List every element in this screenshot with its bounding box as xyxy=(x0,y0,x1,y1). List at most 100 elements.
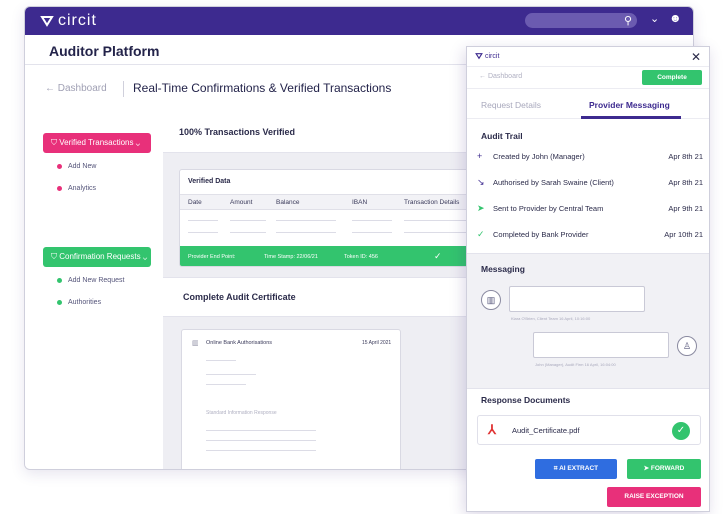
breadcrumb-divider xyxy=(123,81,124,97)
send-icon: ➤ xyxy=(477,203,485,213)
panel-tabs: Request Details Provider Messaging xyxy=(467,89,709,119)
verified-data-table: Verified Data Date Amount Balance IBAN T… xyxy=(179,169,479,267)
search-icon: ⚲ xyxy=(623,15,632,27)
audit-trail-row: ✓ Completed by Bank Provider Apr 10th 21 xyxy=(477,227,703,245)
trail-label: Completed by Bank Provider xyxy=(493,230,589,239)
trail-label: Sent to Provider by Central Team xyxy=(493,204,604,213)
sidebar-item-analytics[interactable]: Analytics xyxy=(57,185,96,192)
sidebar-item-label: Authorities xyxy=(68,299,102,306)
trail-date: Apr 10th 21 xyxy=(664,230,703,239)
trail-date: Apr 9th 21 xyxy=(668,204,703,213)
bullet-dot xyxy=(57,164,62,169)
card-title: Complete Audit Certificate xyxy=(183,292,296,302)
user-icon[interactable]: ☻ xyxy=(669,11,682,25)
ai-extract-button[interactable]: ⌗ AI EXTRACT xyxy=(535,459,617,479)
check-icon: ✓ xyxy=(434,251,442,261)
placeholder-line xyxy=(230,232,266,233)
timestamp: Time Stamp: 22/06/21 xyxy=(264,254,318,260)
panel-header: circit ✕ xyxy=(467,47,709,67)
audit-trail-title: Audit Trail xyxy=(481,131,523,141)
trail-label: Created by John (Manager) xyxy=(493,152,585,161)
placeholder-line xyxy=(188,220,218,221)
sidebar-item-label: Add New xyxy=(68,163,97,170)
check-icon: ✓ xyxy=(672,422,690,440)
search-input[interactable]: ⚲ xyxy=(525,13,637,28)
sidebar-item-label: Add New Request xyxy=(68,277,125,284)
circit-logo-icon xyxy=(40,16,54,27)
message-bubble[interactable] xyxy=(533,332,669,358)
sidebar-group-label: Confirmation Requests xyxy=(59,252,141,261)
certificate-subtitle: Standard Information Response xyxy=(206,410,277,416)
audit-trail-row: ↘ Authorised by Sarah Swaine (Client) Ap… xyxy=(477,175,703,193)
certificate-document[interactable]: ▥ Online Bank Authorisations 15 April 20… xyxy=(181,329,401,469)
panel-logo-text: circit xyxy=(485,52,500,60)
placeholder-line xyxy=(206,374,256,375)
message-bubble[interactable] xyxy=(509,286,645,312)
column-header: Transaction Details xyxy=(404,199,460,206)
panel-breadcrumb: ← Dashboard Complete xyxy=(467,67,709,89)
bank-icon: ▥ xyxy=(192,340,199,347)
trail-date: Apr 8th 21 xyxy=(668,178,703,187)
document-row[interactable]: ⅄ Audit_Certificate.pdf ✓ xyxy=(477,415,701,445)
complete-button[interactable]: Complete xyxy=(642,70,702,85)
messaging-title: Messaging xyxy=(481,264,525,274)
trail-date: Apr 8th 21 xyxy=(668,152,703,161)
placeholder-line xyxy=(206,430,316,431)
tab-request-details[interactable]: Request Details xyxy=(481,100,541,110)
breadcrumb-title: Real-Time Confirmations & Verified Trans… xyxy=(133,81,392,95)
forward-button[interactable]: ➤ FORWARD xyxy=(627,459,701,479)
audit-trail-row: ➤ Sent to Provider by Central Team Apr 9… xyxy=(477,201,703,219)
check-icon: ✓ xyxy=(477,229,485,239)
sidebar-group-confirmation-requests[interactable]: ⛉ Confirmation Requests ⌄ xyxy=(43,247,151,267)
circit-logo-icon xyxy=(475,53,483,60)
panel-back-link[interactable]: ← Dashboard xyxy=(479,73,522,80)
placeholder-line xyxy=(352,220,392,221)
message-meta: John (Manager), Audit Firm 16 April, 16:… xyxy=(535,362,616,367)
audit-trail-row: + Created by John (Manager) Apr 8th 21 xyxy=(477,149,703,167)
placeholder-line xyxy=(188,232,218,233)
bullet-dot xyxy=(57,300,62,305)
tab-provider-messaging[interactable]: Provider Messaging xyxy=(589,100,670,110)
card-title: 100% Transactions Verified xyxy=(179,127,296,137)
column-header: Balance xyxy=(276,199,300,206)
certificate-date: 15 April 2021 xyxy=(362,340,392,346)
raise-exception-button[interactable]: RAISE EXCEPTION xyxy=(607,487,701,507)
column-header: Amount xyxy=(230,199,253,206)
placeholder-line xyxy=(206,440,316,441)
placeholder-line xyxy=(230,220,266,221)
sidebar-item-authorities[interactable]: Authorities xyxy=(57,299,101,306)
placeholder-line xyxy=(352,232,392,233)
request-panel: circit ✕ ← Dashboard Complete Request De… xyxy=(466,46,710,512)
panel-logo: circit xyxy=(475,52,499,60)
sidebar-group-label: Verified Transactions xyxy=(59,138,134,147)
column-header: IBAN xyxy=(352,199,368,206)
sidebar-item-add-new-request[interactable]: Add New Request xyxy=(57,277,124,284)
breadcrumb-back-link[interactable]: ← Dashboard xyxy=(45,83,107,94)
token-id: Token ID: 456 xyxy=(344,254,378,260)
placeholder-line xyxy=(276,232,336,233)
close-icon[interactable]: ✕ xyxy=(691,50,701,64)
shield-icon: ⛉ xyxy=(51,252,57,261)
placeholder-line xyxy=(206,360,236,361)
certificate-title: Online Bank Authorisations xyxy=(206,340,273,346)
chevron-down-icon: ⌄ xyxy=(142,252,148,261)
plus-icon: + xyxy=(477,151,483,161)
bullet-dot xyxy=(57,278,62,283)
active-tab-indicator xyxy=(581,116,681,119)
placeholder-line xyxy=(404,220,474,221)
sidebar-group-verified-transactions[interactable]: ⛉ Verified Transactions ⌄ xyxy=(43,133,151,153)
placeholder-line xyxy=(206,384,246,385)
logo[interactable]: circit xyxy=(40,12,97,30)
trail-label: Authorised by Sarah Swaine (Client) xyxy=(493,178,614,187)
sidebar-item-label: Analytics xyxy=(68,185,97,192)
response-documents-title: Response Documents xyxy=(481,395,571,405)
chevron-down-icon[interactable]: ⌄ xyxy=(650,12,659,25)
sidebar-item-add-new[interactable]: Add New xyxy=(57,163,96,170)
forward-icon: ➤ xyxy=(643,465,651,472)
message-meta: Kiara O'Brien, Client Team 16 April, 10:… xyxy=(511,316,591,321)
table-title: Verified Data xyxy=(188,178,231,185)
verification-footer: Provider End Point: Time Stamp: 22/06/21… xyxy=(180,246,478,266)
column-header: Date xyxy=(188,199,202,206)
sidebar: ⛉ Verified Transactions ⌄ Add New Analyt… xyxy=(25,113,163,469)
placeholder-line xyxy=(206,450,316,451)
